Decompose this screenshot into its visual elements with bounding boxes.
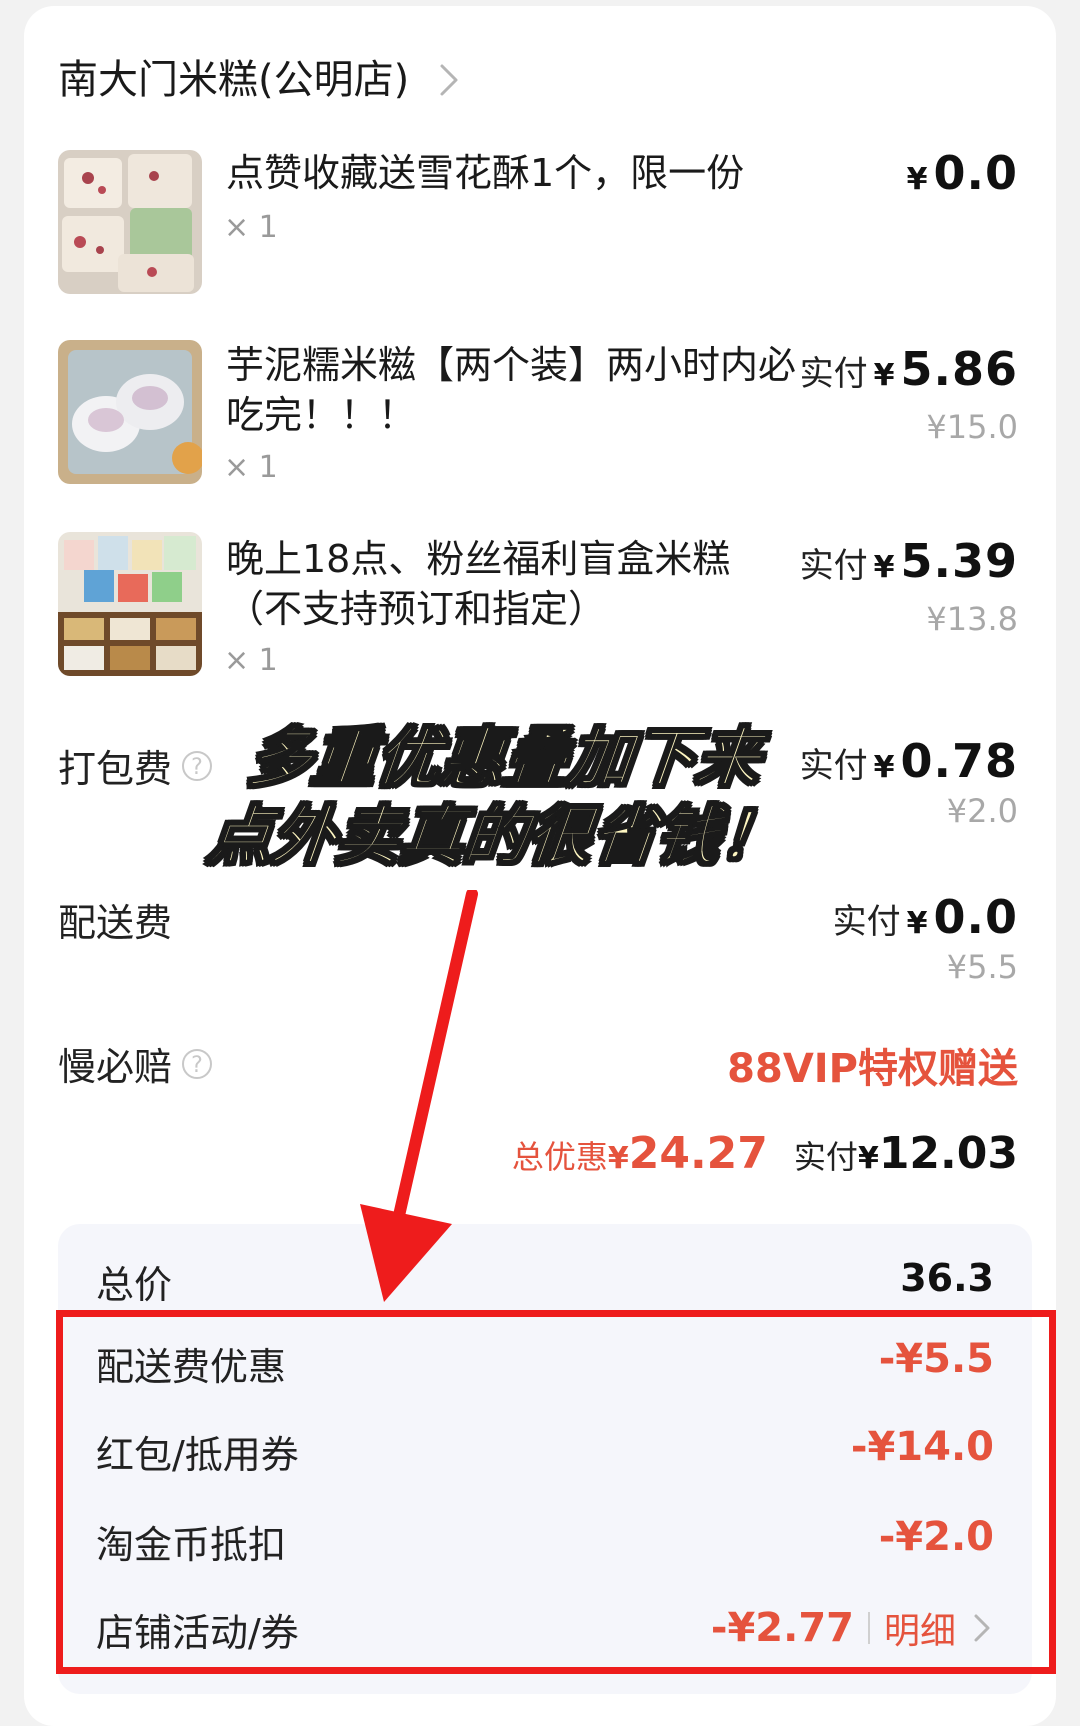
price-amount: 0.0 [933,146,1018,200]
packing-fee-label: 打包费 ? [58,738,213,793]
annotation-highlight-box [56,1310,1056,1674]
original-price: ¥5.5 [946,948,1018,986]
price-amount: 0.0 [933,890,1018,944]
arrow-down-icon [360,890,478,1302]
price-amount: 5.39 [900,534,1018,588]
item-title[interactable]: 点赞收藏送雪花酥1个，限一份 [226,148,796,198]
slow-compensation-text: 慢必赔 [58,1045,173,1089]
packing-fee-price: 实付 ¥ 0.78 [800,734,1018,788]
currency-symbol: ¥ [857,1141,879,1176]
overlay-line-1: 多重优惠叠加下来 [243,721,765,797]
item-title[interactable]: 芋泥糯米糍【两个装】两小时内必吃完！！！ [226,340,796,440]
store-name[interactable]: 南大门米糕(公明店) [58,52,409,108]
original-price: ¥2.0 [946,792,1018,830]
currency-symbol: ¥ [607,1141,629,1176]
currency-symbol: ¥ [873,550,895,585]
delivery-fee-price: 实付 ¥ 0.0 [833,890,1018,944]
paid-label: 实付 [799,546,868,586]
item-price: 实付 ¥ 5.86 [800,342,1018,396]
price-amount: 5.86 [900,342,1018,396]
chevron-right-icon[interactable] [430,60,470,100]
total-price-value: 36.3 [900,1256,994,1300]
currency-symbol: ¥ [906,906,928,941]
slow-compensation-label: 慢必赔 ? [58,1036,213,1091]
paid-label: 实付 [832,902,901,942]
product-thumbnail-taro-mochi[interactable] [58,340,202,484]
packing-fee-text: 打包费 [58,747,173,791]
total-discount-amount: 24.27 [628,1128,768,1179]
item-price: 实付 ¥ 5.39 [800,534,1018,588]
delivery-fee-text: 配送费 [58,901,173,945]
paid-label: 实付 [799,354,868,394]
item-quantity: × 1 [224,643,278,678]
delivery-fee-label: 配送费 [58,892,172,947]
original-price: ¥15.0 [926,408,1018,446]
question-circle-icon[interactable]: ? [182,1048,213,1079]
overlay-caption: 多重优惠叠加下来 点外卖真的很省钱！ [182,720,818,876]
currency-symbol: ¥ [873,750,895,785]
item-quantity: × 1 [224,450,278,485]
paid-total-amount: 12.03 [878,1128,1018,1179]
item-price: ¥ 0.0 [907,146,1018,200]
product-thumbnail-blind-box[interactable] [58,532,202,676]
item-quantity: × 1 [224,210,278,245]
total-discount-label: 总优惠 [511,1138,608,1176]
product-thumbnail-snowflake-crisp[interactable] [58,150,202,294]
overlay-line-2: 点外卖真的很省钱！ [203,799,789,875]
original-price: ¥13.8 [926,600,1018,638]
price-amount: 0.78 [900,734,1018,788]
item-title[interactable]: 晚上18点、粉丝福利盲盒米糕（不支持预订和指定） [226,534,796,634]
currency-symbol: ¥ [873,358,895,393]
paid-label: 实付 [793,1138,858,1176]
total-price-label: 总价 [96,1263,173,1307]
order-summary: 总优惠 ¥ 24.27 实付 ¥ 12.03 [512,1128,1018,1179]
vip-benefit-text: 88VIP特权赠送 [727,1046,1018,1092]
currency-symbol: ¥ [906,162,928,197]
